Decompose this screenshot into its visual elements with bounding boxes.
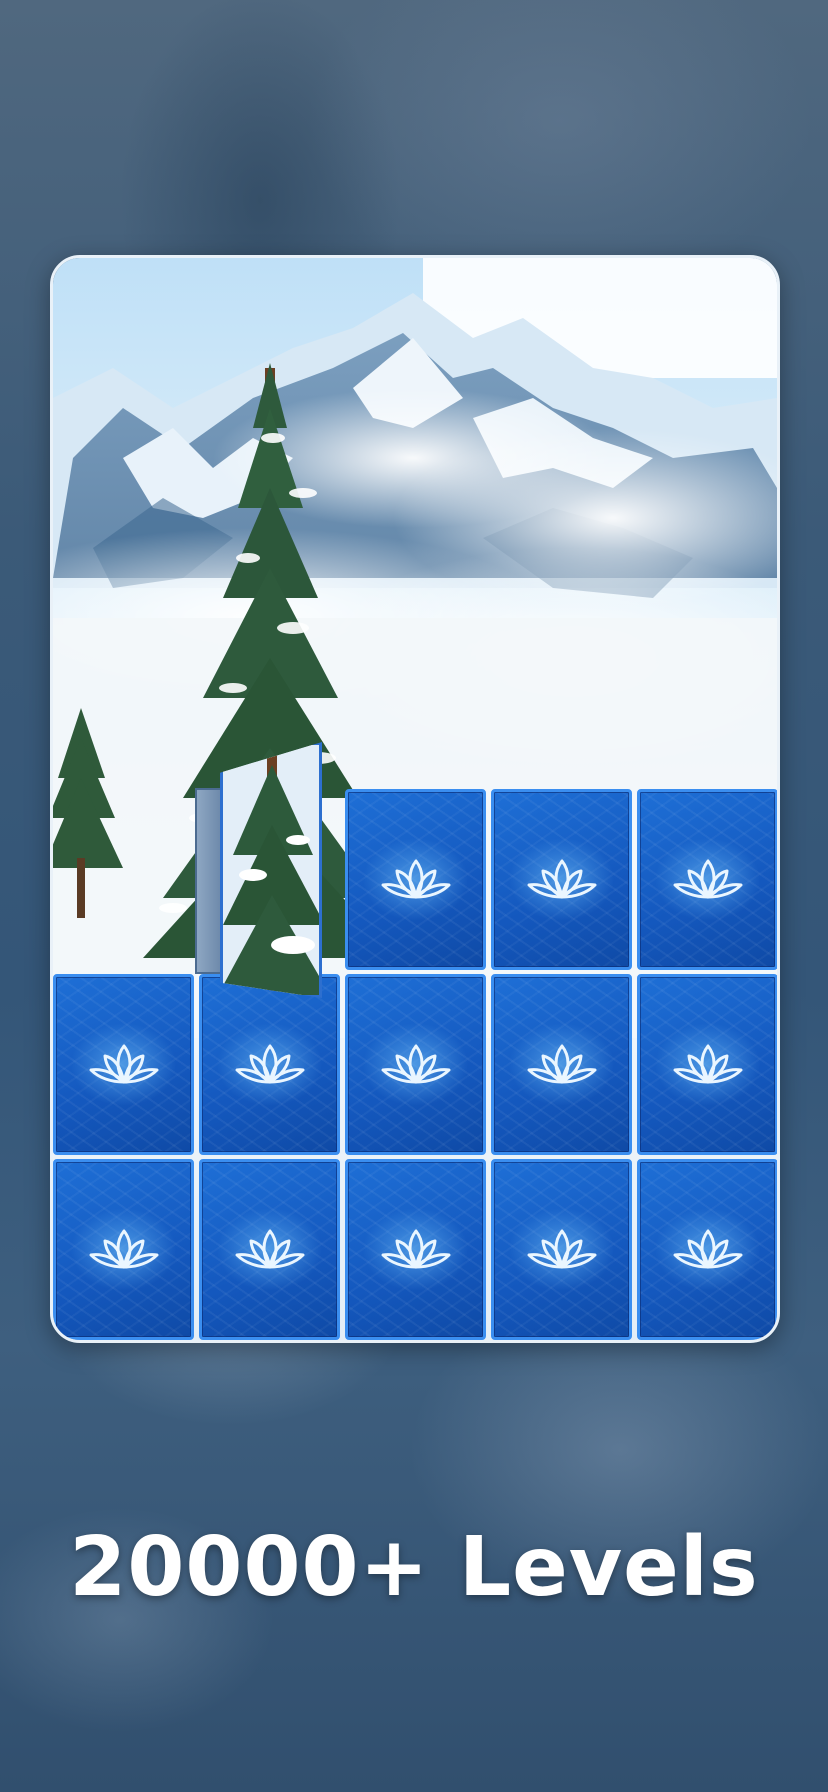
lotus-icon bbox=[89, 1229, 158, 1268]
tile-r3-c3[interactable] bbox=[345, 1159, 486, 1340]
lotus-icon bbox=[235, 1044, 304, 1083]
lotus-icon bbox=[527, 1044, 596, 1083]
tile-r1-c5[interactable] bbox=[637, 789, 777, 970]
tile-r1-c3[interactable] bbox=[345, 789, 486, 970]
lotus-icon bbox=[527, 1229, 596, 1268]
tile-r2-c1[interactable] bbox=[53, 974, 194, 1155]
tile-r2-c5[interactable] bbox=[637, 974, 777, 1155]
tile-r3-c4[interactable] bbox=[491, 1159, 632, 1340]
tile-r3-c5[interactable] bbox=[637, 1159, 777, 1340]
lotus-icon bbox=[673, 1044, 742, 1083]
lotus-icon bbox=[381, 1044, 450, 1083]
tile-r2-c4[interactable] bbox=[491, 974, 632, 1155]
lotus-icon bbox=[673, 859, 742, 898]
tile-r3-c1[interactable] bbox=[53, 1159, 194, 1340]
flipping-tile-edge bbox=[195, 788, 223, 974]
tile-r2-c2[interactable] bbox=[199, 974, 340, 1155]
lotus-icon bbox=[89, 1044, 158, 1083]
lotus-icon bbox=[235, 1229, 304, 1268]
tile-r1-c4[interactable] bbox=[491, 789, 632, 970]
game-board-card bbox=[50, 255, 780, 1343]
lotus-icon bbox=[527, 859, 596, 898]
flipping-tile[interactable] bbox=[220, 742, 322, 998]
tile-r2-c3[interactable] bbox=[345, 974, 486, 1155]
pine-tree-fragment-image bbox=[223, 745, 319, 995]
lotus-icon bbox=[381, 859, 450, 898]
lotus-icon bbox=[673, 1229, 742, 1268]
tile-r3-c2[interactable] bbox=[199, 1159, 340, 1340]
promo-caption: 20000+ Levels bbox=[69, 1520, 759, 1615]
lotus-icon bbox=[381, 1229, 450, 1268]
